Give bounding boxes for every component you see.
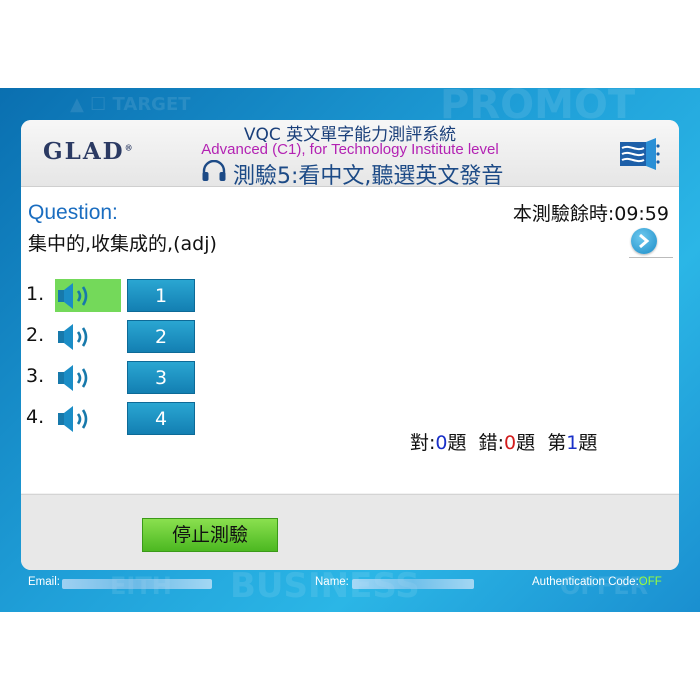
option-row-4: 4. 4 — [21, 402, 221, 438]
auth-code: Authentication Code:OFF — [532, 576, 662, 588]
speaker-icon — [58, 365, 88, 391]
current-unit: 題 — [578, 432, 598, 454]
level-subtitle: Advanced (C1), for Technology Institute … — [201, 141, 499, 158]
correct-label: 對: — [410, 432, 436, 454]
play-audio-button-3[interactable] — [55, 361, 121, 394]
email-label: Email: — [28, 576, 60, 588]
header: GLAD® VQC 英文單字能力測評系統 Advanced (C1), for … — [21, 120, 679, 189]
auth-label: Authentication Code: — [532, 576, 639, 588]
email-value-redacted — [62, 579, 212, 589]
option-number: 1. — [26, 283, 45, 305]
question-text: 集中的,收集成的,(adj) — [28, 233, 217, 255]
option-row-3: 3. 3 — [21, 361, 221, 397]
name-label: Name: — [315, 576, 349, 588]
countdown-timer: 本測驗餘時:09:59 — [512, 203, 669, 225]
wrong-unit: 題 — [516, 432, 536, 454]
current-prefix: 第 — [547, 432, 567, 454]
headphones-icon — [202, 160, 226, 181]
score-summary: 對:0題 錯:0題 第1題 — [410, 428, 597, 455]
stop-test-button[interactable]: 停止測驗 — [142, 518, 278, 552]
next-question-button[interactable] — [631, 228, 657, 254]
speaker-icon — [58, 406, 88, 432]
option-row-2: 2. 2 — [21, 320, 221, 356]
question-area: Question: 集中的,收集成的,(adj) 本測驗餘時:09:59 1. — [21, 187, 679, 493]
wrong-count: 0 — [504, 432, 517, 454]
answer-button-4[interactable]: 4 — [127, 402, 195, 435]
option-number: 3. — [26, 365, 45, 387]
name-value-redacted — [352, 579, 474, 589]
play-audio-button-4[interactable] — [55, 402, 121, 435]
main-panel: GLAD® VQC 英文單字能力測評系統 Advanced (C1), for … — [21, 120, 679, 570]
answer-button-1[interactable]: 1 — [127, 279, 195, 312]
auth-status: OFF — [638, 576, 662, 588]
play-audio-button-1[interactable] — [55, 279, 121, 312]
watermark: ▲ ☐ TARGET — [70, 94, 191, 115]
speaker-icon — [58, 283, 88, 309]
brand-book-icon — [620, 138, 660, 170]
play-audio-button-2[interactable] — [55, 320, 121, 353]
current-question-number: 1 — [566, 432, 579, 454]
option-number: 2. — [26, 324, 45, 346]
next-arrow-icon — [639, 233, 650, 249]
panel-footer: 停止測驗 — [21, 494, 679, 570]
question-label: Question: — [28, 201, 118, 224]
option-row-1: 1. 1 — [21, 279, 221, 315]
answer-button-2[interactable]: 2 — [127, 320, 195, 353]
wrong-label: 錯: — [478, 432, 505, 454]
speaker-icon — [58, 324, 88, 350]
app-frame: ▲ ☐ TARGET PROMOT BUSINESS EITH OFFER GL… — [0, 88, 700, 612]
answer-button-3[interactable]: 3 — [127, 361, 195, 394]
correct-unit: 題 — [447, 432, 467, 454]
divider — [629, 257, 673, 258]
correct-count: 0 — [435, 432, 448, 454]
option-number: 4. — [26, 406, 45, 428]
